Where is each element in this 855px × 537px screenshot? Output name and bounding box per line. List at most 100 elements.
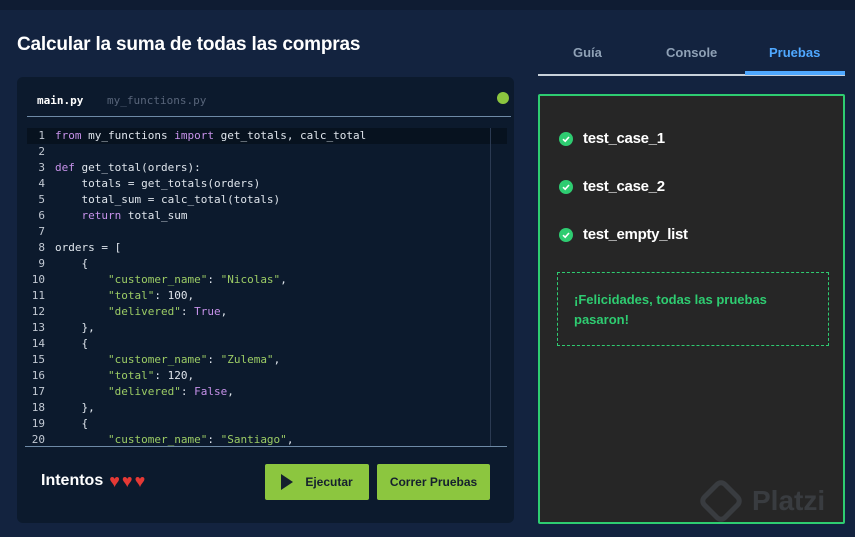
line-number: 10 [31,273,45,286]
tab-console[interactable]: Console [666,45,717,60]
code-line[interactable]: 15 "customer_name": "Zulema", [27,352,507,368]
code-line[interactable]: 10 "customer_name": "Nicolas", [27,272,507,288]
line-number: 2 [38,145,45,158]
heart-icon: ♥ [121,471,133,491]
line-number: 3 [38,161,45,174]
run-tests-button-label: Correr Pruebas [389,475,478,489]
line-number: 18 [31,401,45,414]
line-content: "customer_name": "Zulema", [107,353,281,366]
line-content: "total": 100, [107,289,195,302]
test-name: test_empty_list [583,226,688,243]
line-number: 19 [31,417,45,430]
code-line[interactable]: 20 "customer_name": "Santiago", [27,432,507,446]
status-dot-icon [497,92,509,104]
top-bar [0,0,855,10]
line-number: 1 [38,129,45,142]
code-line[interactable]: 8 orders = [ [27,240,507,256]
code-area[interactable]: 1 from my_functions import get_totals, ca… [27,128,507,446]
code-line[interactable]: 11 "total": 100, [27,288,507,304]
line-content: orders = [ [55,241,122,254]
test-result-item: test_case_1 [559,130,665,147]
code-line[interactable]: 7 [27,224,507,240]
code-line[interactable]: 5 total_sum = calc_total(totals) [27,192,507,208]
code-line[interactable]: 19 { [27,416,507,432]
file-tab-main[interactable]: main.py [37,94,83,107]
code-line[interactable]: 16 "total": 120, [27,368,507,384]
line-number: 7 [38,225,45,238]
code-editor-panel: main.py my_functions.py 1 from my_functio… [17,77,514,523]
test-result-item: test_case_2 [559,178,665,195]
platzi-logo-icon [696,476,746,526]
check-icon [559,227,573,242]
success-message: ¡Felicidades, todas las pruebas pasaron! [574,292,767,327]
line-content: def get_total(orders): [55,161,201,174]
test-name: test_case_1 [583,130,665,147]
success-message-box: ¡Felicidades, todas las pruebas pasaron! [557,272,829,346]
play-icon [281,474,294,490]
line-content: "total": 120, [107,369,195,382]
page-title: Calcular la suma de todas las compras [17,34,361,55]
line-number: 15 [31,353,45,366]
test-results-panel: test_case_1 test_case_2 test_empty_list … [538,94,845,524]
code-line[interactable]: 13 }, [27,320,507,336]
line-content: }, [55,321,95,334]
run-button-label: Ejecutar [305,475,353,489]
watermark-text: Platzi [752,485,826,516]
file-tab-my-functions[interactable]: my_functions.py [107,94,206,107]
code-line[interactable]: 1 from my_functions import get_totals, ca… [27,128,507,144]
code-line[interactable]: 17 "delivered": False, [27,384,507,400]
run-button[interactable]: Ejecutar [265,464,369,500]
file-tabs: main.py my_functions.py [27,87,511,117]
line-number: 12 [31,305,45,318]
line-number: 14 [31,337,45,350]
tab-pruebas[interactable]: Pruebas [769,45,820,60]
line-content: }, [55,401,95,414]
code-line[interactable]: 12 "delivered": True, [27,304,507,320]
line-content: from my_functions import get_totals, cal… [55,129,367,142]
check-icon [559,179,573,194]
line-content: "delivered": True, [107,305,228,318]
attempts-label: Intentos [41,472,104,489]
heart-icon: ♥ [134,471,146,491]
line-content: "customer_name": "Santiago", [107,433,294,446]
check-icon [559,131,573,146]
code-line[interactable]: 4 totals = get_totals(orders) [27,176,507,192]
line-content: { [55,417,89,430]
line-content: return total_sum [81,209,188,222]
code-scrollbar-track[interactable] [490,128,491,446]
line-number: 5 [38,193,45,206]
line-content: "delivered": False, [107,385,234,398]
right-panel-tabs: Guía Console Pruebas [538,36,845,76]
line-number: 17 [31,385,45,398]
test-result-item: test_empty_list [559,226,688,243]
line-number: 13 [31,321,45,334]
code-line[interactable]: 2 [27,144,507,160]
code-divider [25,446,507,447]
run-tests-button[interactable]: Correr Pruebas [377,464,490,500]
code-line[interactable]: 6 return total_sum [27,208,507,224]
line-content: { [55,337,89,350]
line-content: totals = get_totals(orders) [55,177,261,190]
line-number: 4 [38,177,45,190]
line-content [45,144,55,160]
code-line[interactable]: 18 }, [27,400,507,416]
line-number: 8 [38,241,45,254]
attempts: Intentos ♥ ♥ ♥ [41,472,147,490]
test-name: test_case_2 [583,178,665,195]
code-line[interactable]: 9 { [27,256,507,272]
active-tab-indicator [745,71,845,75]
code-line[interactable]: 3 def get_total(orders): [27,160,507,176]
line-number: 9 [38,257,45,270]
line-number: 16 [31,369,45,382]
line-number: 11 [31,289,45,302]
line-content: total_sum = calc_total(totals) [55,193,281,206]
tab-guia[interactable]: Guía [573,45,602,60]
line-content: "customer_name": "Nicolas", [107,273,287,286]
platzi-watermark: Platzi [696,476,826,526]
line-content: { [55,257,89,270]
line-content [45,224,55,240]
code-line[interactable]: 14 { [27,336,507,352]
line-number: 6 [38,209,45,222]
line-number: 20 [31,433,45,446]
heart-icon: ♥ [109,471,120,491]
